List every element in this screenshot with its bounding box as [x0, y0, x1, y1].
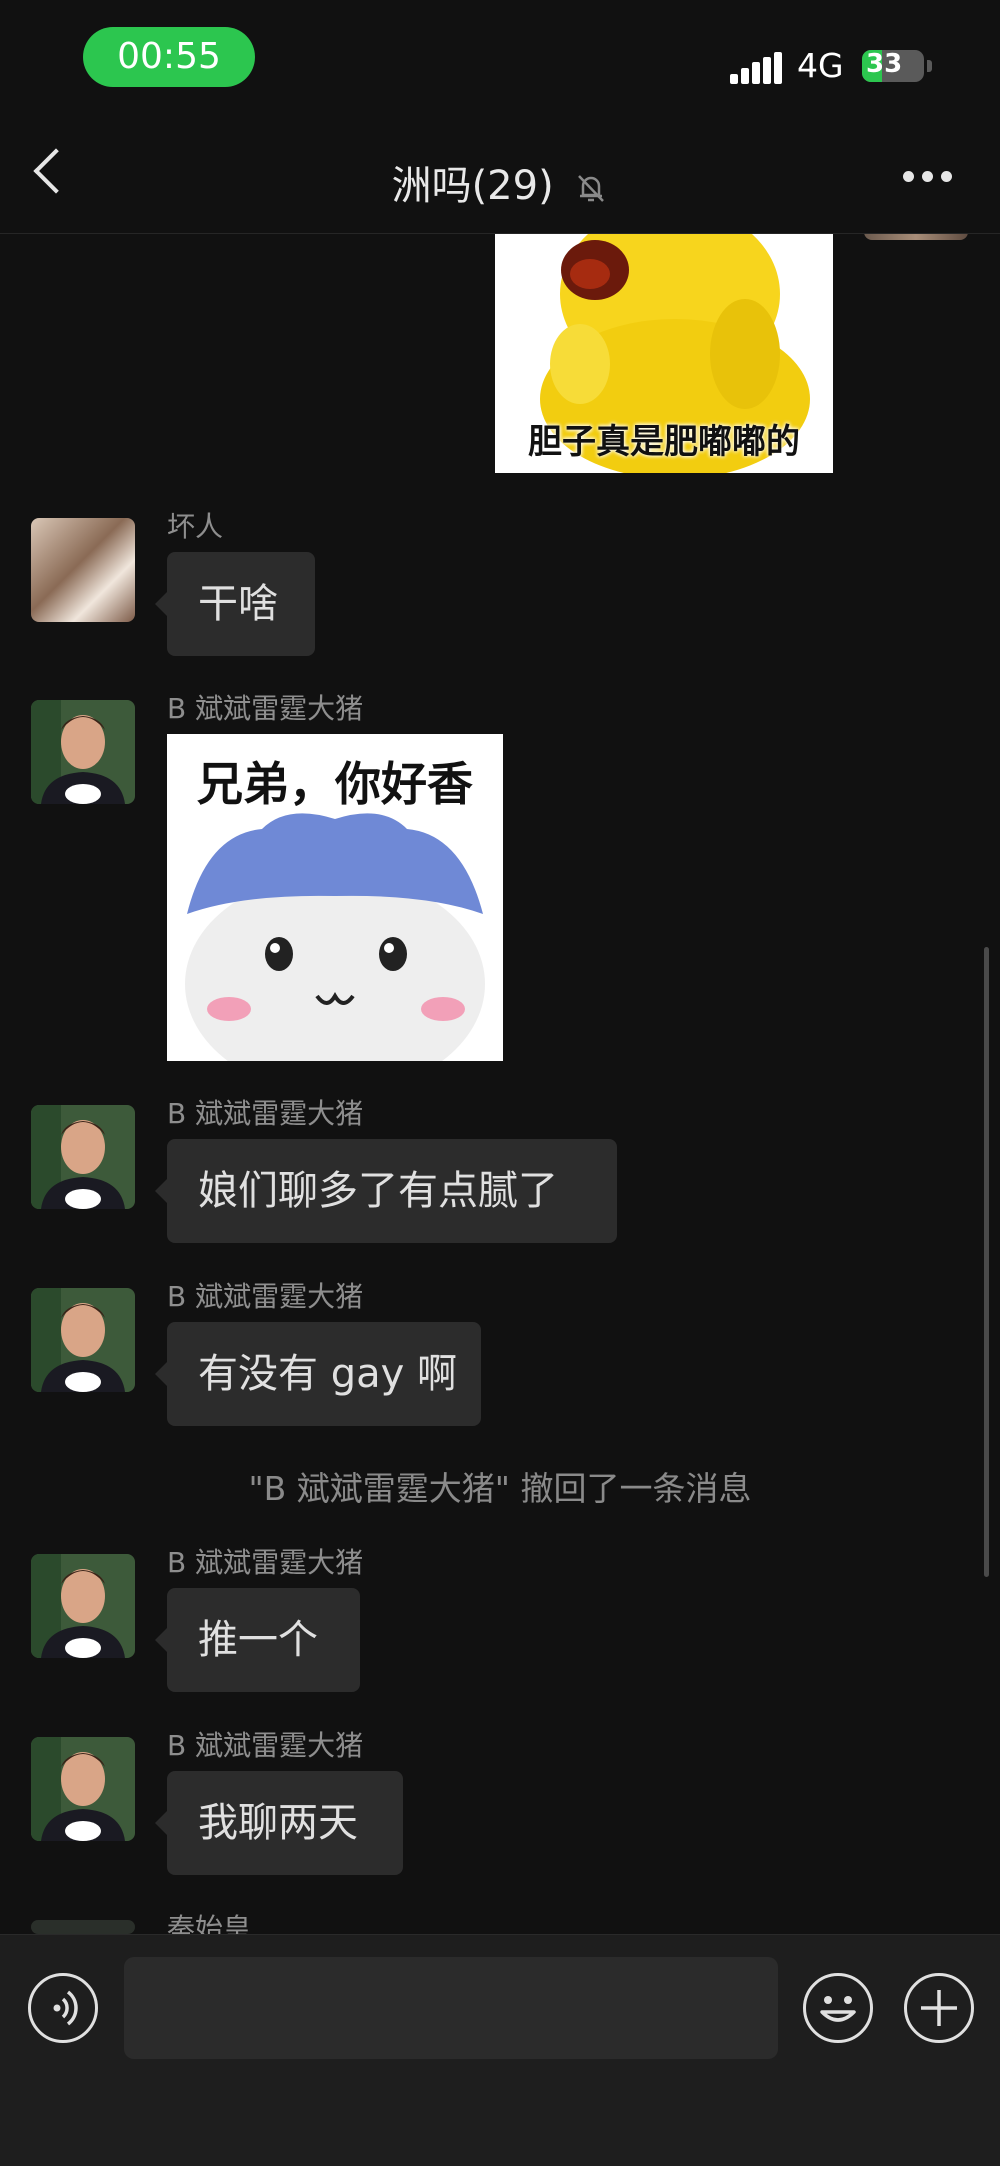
message-bubble[interactable]: 推一个 [155, 1588, 360, 1692]
sticker-image[interactable]: 兄弟，你好香 [167, 734, 503, 1061]
emoji-icon[interactable] [803, 1973, 873, 2043]
sticker-caption: 胆子真是肥嘟嘟的 [528, 422, 800, 462]
sender-name: B 斌斌雷霆大猪 [167, 1280, 364, 1313]
signal-icon [730, 52, 782, 84]
sticker-image[interactable]: 胆子真是肥嘟嘟的 [495, 234, 833, 473]
add-more-icon[interactable] [904, 1973, 974, 2043]
network-type: 4G [797, 46, 844, 85]
mute-bell-icon [578, 175, 605, 202]
battery-icon: 33 [862, 50, 924, 82]
battery-percent: 33 [866, 50, 903, 79]
avatar[interactable] [31, 1288, 135, 1392]
person-avatar-icon [31, 1105, 135, 1209]
person-avatar-icon [31, 1737, 135, 1841]
avatar[interactable] [31, 700, 135, 804]
person-avatar-icon [31, 1288, 135, 1392]
chat-header: 洲吗(29) [0, 115, 1000, 234]
person-avatar-icon [31, 700, 135, 804]
message-bubble[interactable]: 有没有 gay 啊 [155, 1322, 481, 1426]
more-options-icon[interactable] [903, 171, 953, 183]
message-bubble[interactable]: 干啥 [155, 552, 315, 656]
recall-notice: "B 斌斌雷霆大猪" 撤回了一条消息 [248, 1469, 752, 1508]
avatar[interactable] [864, 234, 968, 240]
avatar[interactable] [31, 1920, 135, 1934]
sender-name: 坏人 [167, 510, 224, 543]
input-bar [0, 1934, 1000, 2166]
message-bubble[interactable]: 娘们聊多了有点腻了 [155, 1139, 617, 1243]
avatar[interactable] [31, 1554, 135, 1658]
message-bubble[interactable]: 我聊两天 [155, 1771, 403, 1875]
status-bar: 00:55 4G 33 [0, 0, 1000, 115]
chat-title: 洲吗(29) [391, 163, 554, 209]
voice-wave-glyph [53, 1990, 78, 2026]
avatar[interactable] [31, 518, 135, 622]
chat-title-wrap[interactable]: 洲吗(29) [0, 153, 1000, 211]
person-avatar-icon [31, 1554, 135, 1658]
plus-glyph [921, 1990, 957, 2026]
sender-name: B 斌斌雷霆大猪 [167, 692, 364, 725]
message-input[interactable] [124, 1957, 778, 2059]
status-time: 00:55 [83, 27, 255, 87]
battery-cap [927, 60, 932, 72]
message-list[interactable]: 胆子真是肥嘟嘟的 坏人 干啥 B 斌斌雷霆大猪 兄弟，你好香 B 斌斌雷霆大猪 … [0, 234, 1000, 1934]
sender-name: B 斌斌雷霆大猪 [167, 1097, 364, 1130]
sender-name: B 斌斌雷霆大猪 [167, 1729, 364, 1762]
avatar[interactable] [31, 1105, 135, 1209]
sender-name: 秦始皇 [167, 1912, 252, 1934]
smiley-glyph [820, 1996, 856, 2022]
sticker-caption: 兄弟，你好香 [197, 757, 473, 811]
voice-input-icon[interactable] [28, 1973, 98, 2043]
scrollbar[interactable] [984, 947, 989, 1577]
sender-name: B 斌斌雷霆大猪 [167, 1546, 364, 1579]
avatar[interactable] [31, 1737, 135, 1841]
